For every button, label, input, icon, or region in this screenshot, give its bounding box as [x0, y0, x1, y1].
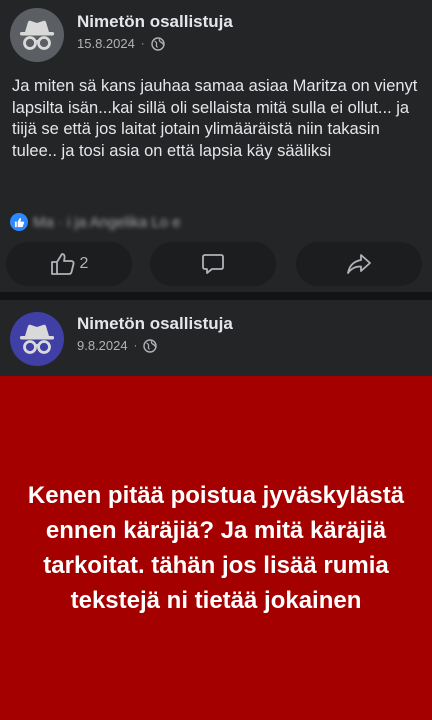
- like-button[interactable]: 2: [6, 242, 132, 286]
- post-divider: [0, 292, 432, 300]
- meta-separator: ·: [133, 339, 138, 352]
- meta-separator: ·: [140, 37, 145, 50]
- post-text: Ja miten sä kans jauhaa samaa asiaa Mari…: [12, 77, 418, 160]
- reactions-summary[interactable]: Ma · i ja Angelika Lo e: [10, 212, 181, 232]
- share-icon: [347, 254, 371, 274]
- post-card: Nimetön osallistuja 15.8.2024 · Ja miten…: [0, 0, 432, 292]
- like-count: 2: [79, 255, 89, 272]
- post-meta: 9.8.2024 ·: [77, 338, 157, 353]
- thumbs-up-icon: [50, 253, 75, 275]
- post-date[interactable]: 15.8.2024: [77, 36, 135, 51]
- anonymous-avatar[interactable]: [10, 312, 64, 366]
- comment-button[interactable]: [150, 242, 276, 286]
- banner-text: Kenen pitää poistua jyväskylästä ennen k…: [27, 482, 405, 614]
- post-meta: 15.8.2024 ·: [77, 36, 165, 51]
- globe-icon: [150, 36, 165, 51]
- post-actions: 2: [0, 236, 432, 290]
- colored-background-post[interactable]: Kenen pitää poistua jyväskylästä ennen k…: [0, 376, 432, 720]
- share-button[interactable]: [296, 242, 422, 286]
- globe-icon: [143, 338, 157, 353]
- anonymous-avatar[interactable]: [10, 8, 64, 62]
- post-date[interactable]: 9.8.2024: [77, 338, 128, 353]
- comment-icon: [202, 254, 224, 274]
- author-name[interactable]: Nimetön osallistuja: [77, 12, 233, 32]
- incognito-icon: [10, 8, 64, 62]
- incognito-icon: [10, 312, 64, 366]
- post-card: Nimetön osallistuja 9.8.2024 ·: [0, 300, 432, 376]
- like-icon: [10, 213, 28, 231]
- author-name[interactable]: Nimetön osallistuja: [77, 314, 233, 334]
- reactors-names[interactable]: Ma · i ja Angelika Lo e: [33, 214, 181, 231]
